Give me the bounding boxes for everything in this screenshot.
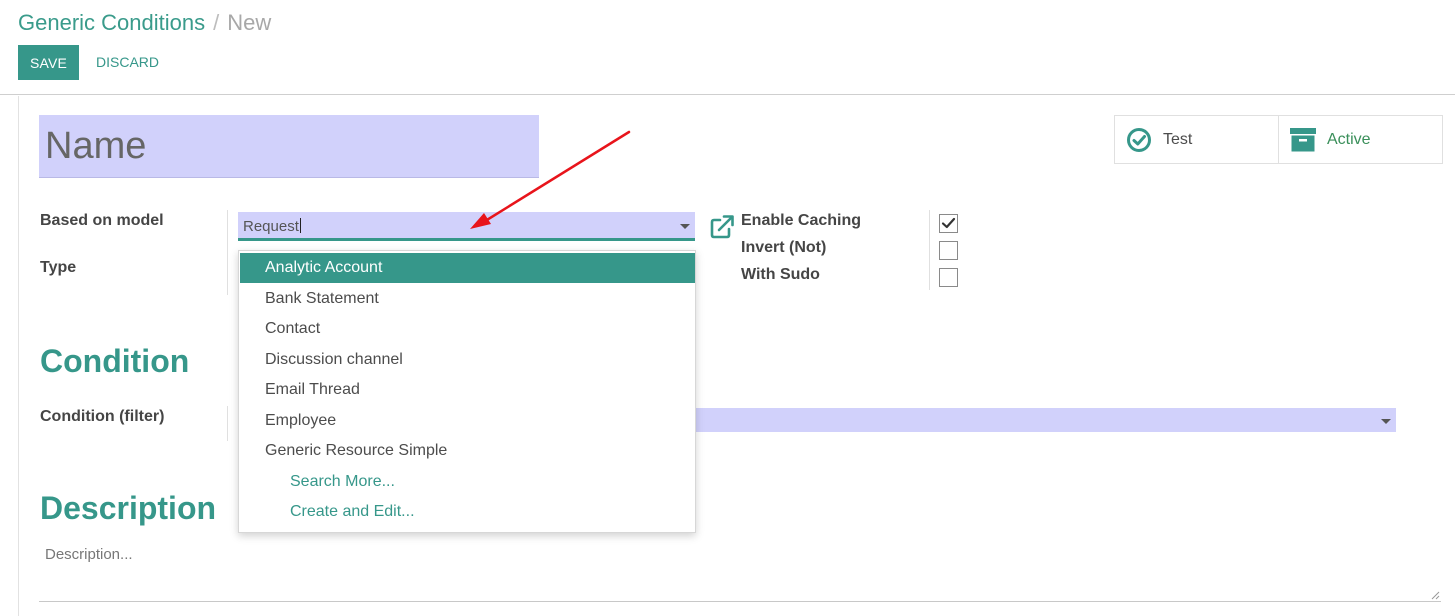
control-panel: Generic Conditions / New SAVE DISCARD: [0, 0, 1455, 95]
description-textarea[interactable]: [39, 540, 1441, 602]
field-separator: [227, 406, 228, 441]
sheet-border: [18, 96, 19, 616]
checkmark-icon: [941, 217, 956, 229]
create-and-edit-link[interactable]: Create and Edit...: [240, 497, 695, 527]
based-on-model-label: Based on model: [40, 212, 164, 229]
archive-icon: [1289, 126, 1317, 154]
external-link-icon[interactable]: [709, 214, 735, 240]
description-section-title: Description: [40, 490, 217, 526]
dropdown-option[interactable]: Contact: [240, 314, 695, 344]
breadcrumb-current: New: [227, 10, 272, 35]
type-label: Type: [40, 259, 77, 276]
discard-button[interactable]: DISCARD: [96, 54, 159, 70]
search-more-link[interactable]: Search More...: [240, 467, 695, 497]
chevron-down-icon[interactable]: [680, 224, 690, 229]
dropdown-option[interactable]: Discussion channel: [240, 345, 695, 375]
resize-grip-icon[interactable]: [1430, 590, 1440, 600]
invert-label: Invert (Not): [741, 239, 827, 256]
breadcrumb-parent-link[interactable]: Generic Conditions: [18, 10, 205, 35]
dropdown-option[interactable]: Analytic Account: [240, 253, 695, 283]
active-toggle-button[interactable]: Active: [1278, 115, 1443, 164]
test-label: Test: [1163, 130, 1193, 148]
invert-checkbox[interactable]: [939, 241, 958, 260]
enable-caching-checkbox[interactable]: [939, 214, 958, 233]
test-button[interactable]: Test: [1114, 115, 1279, 164]
text-cursor: [299, 218, 301, 233]
with-sudo-checkbox[interactable]: [939, 268, 958, 287]
field-separator: [227, 210, 228, 295]
condition-section-title: Condition: [40, 343, 190, 379]
breadcrumb-separator: /: [213, 10, 220, 35]
dropdown-option[interactable]: Generic Resource Simple: [240, 436, 695, 466]
model-input-value: Request: [243, 218, 301, 235]
field-separator: [929, 210, 930, 290]
dropdown-option[interactable]: Email Thread: [240, 375, 695, 405]
annotation-arrow: [470, 130, 631, 229]
dropdown-option[interactable]: Bank Statement: [240, 284, 695, 314]
condition-filter-label: Condition (filter): [40, 408, 165, 425]
breadcrumb: Generic Conditions / New: [18, 10, 271, 36]
model-autocomplete-dropdown: Analytic Account Bank Statement Contact …: [238, 250, 696, 533]
chevron-down-icon[interactable]: [1381, 419, 1391, 424]
save-button[interactable]: SAVE: [18, 45, 79, 80]
active-label: Active: [1327, 130, 1371, 148]
condition-filter-input[interactable]: [695, 408, 1396, 432]
dropdown-option[interactable]: Employee: [240, 406, 695, 436]
check-circle-icon: [1125, 126, 1153, 154]
enable-caching-label: Enable Caching: [741, 212, 862, 229]
with-sudo-label: With Sudo: [741, 266, 820, 283]
